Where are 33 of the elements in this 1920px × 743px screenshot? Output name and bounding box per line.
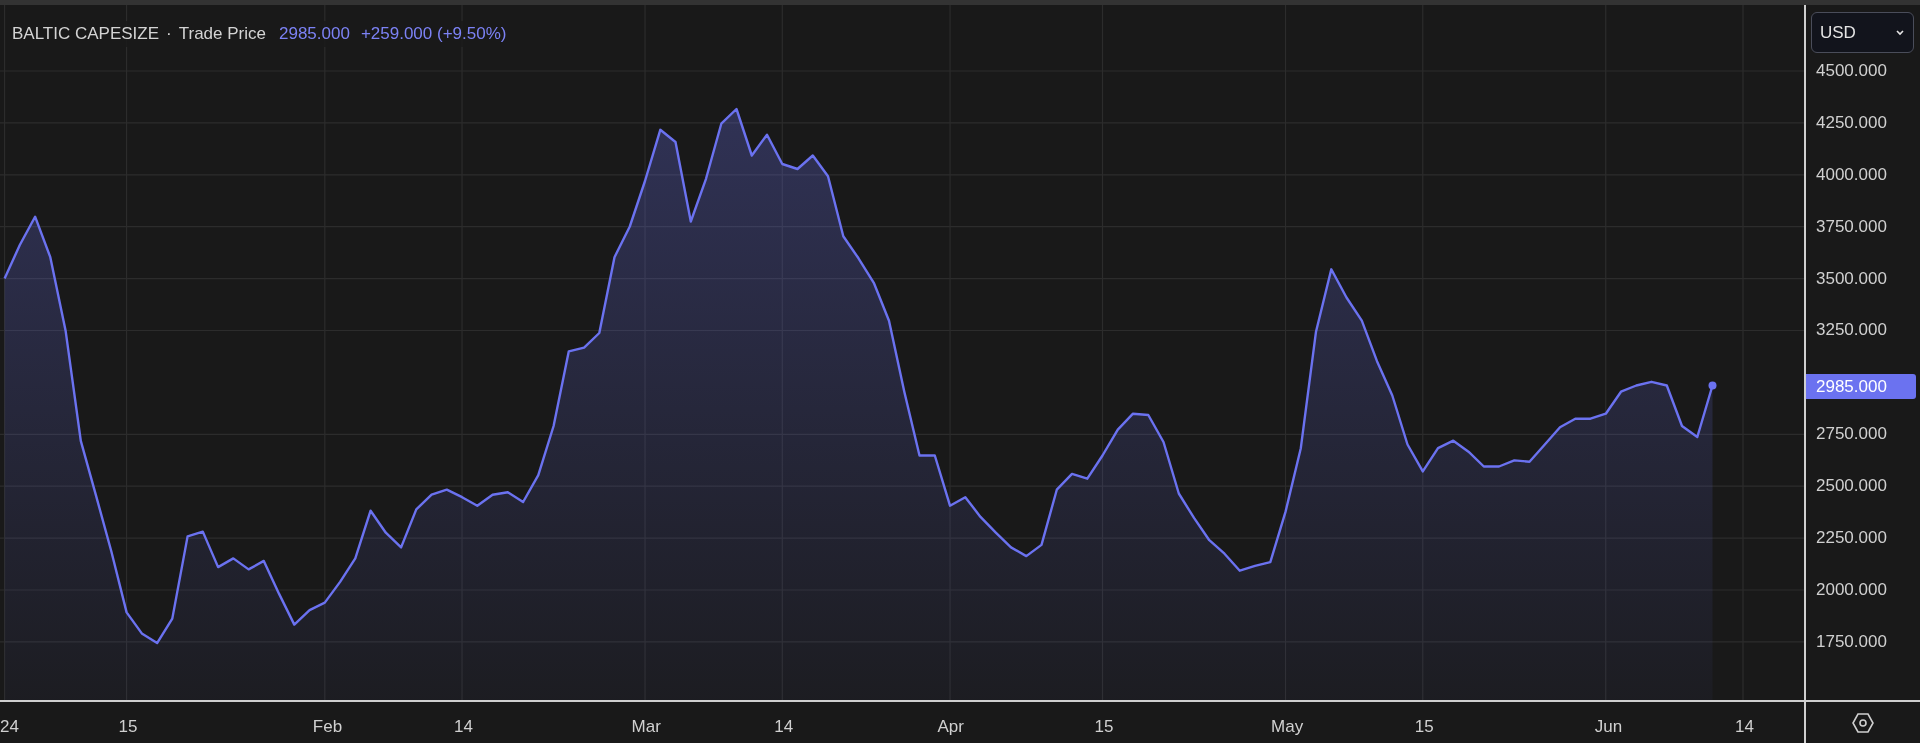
- time-axis-label: Apr: [937, 716, 964, 738]
- price-axis-label: 2500.000: [1816, 476, 1887, 497]
- last-price-label: 2985.000: [1806, 373, 1916, 399]
- price-axis-label: 3750.000: [1816, 216, 1887, 237]
- price-axis-label: 3250.000: [1816, 320, 1887, 341]
- time-axis-label: 14: [1735, 716, 1754, 738]
- time-axis-label: 15: [118, 716, 138, 738]
- price-axis-label: 4000.000: [1816, 164, 1887, 185]
- time-axis-label: 24: [0, 716, 19, 738]
- time-axis-label: Feb: [312, 716, 343, 738]
- price-axis-label: 2750.000: [1816, 424, 1887, 445]
- time-axis-label: May: [1271, 716, 1304, 738]
- time-axis-label: 15: [1094, 716, 1114, 738]
- price-axis-label: 2250.000: [1816, 528, 1887, 549]
- price-axis-label: 4250.000: [1816, 112, 1887, 133]
- price-axis-label: 2000.000: [1816, 579, 1887, 600]
- separator-dot: ·: [166, 23, 172, 45]
- last-point-marker: [1708, 381, 1717, 390]
- price-change: +259.000 (+9.50%): [360, 23, 507, 45]
- time-axis-label: Jun: [1594, 716, 1623, 738]
- currency-dropdown[interactable]: USD: [1811, 12, 1914, 53]
- time-axis-label: 15: [1414, 716, 1434, 738]
- time-axis-label: 14: [454, 716, 473, 738]
- time-axis-label: 14: [774, 716, 794, 738]
- field-name: Trade Price: [178, 23, 266, 45]
- price-axis-label: 3500.000: [1816, 268, 1887, 289]
- settings-icon[interactable]: [1851, 710, 1875, 735]
- caret-icon: [1895, 28, 1905, 37]
- last-price: 2985.000: [278, 23, 350, 45]
- time-axis-label: Mar: [631, 716, 661, 738]
- price-axis-label: 1750.000: [1816, 631, 1887, 652]
- price-axis-label: 4500.000: [1816, 61, 1887, 81]
- symbol-name: BALTIC CAPESIZE: [12, 23, 160, 45]
